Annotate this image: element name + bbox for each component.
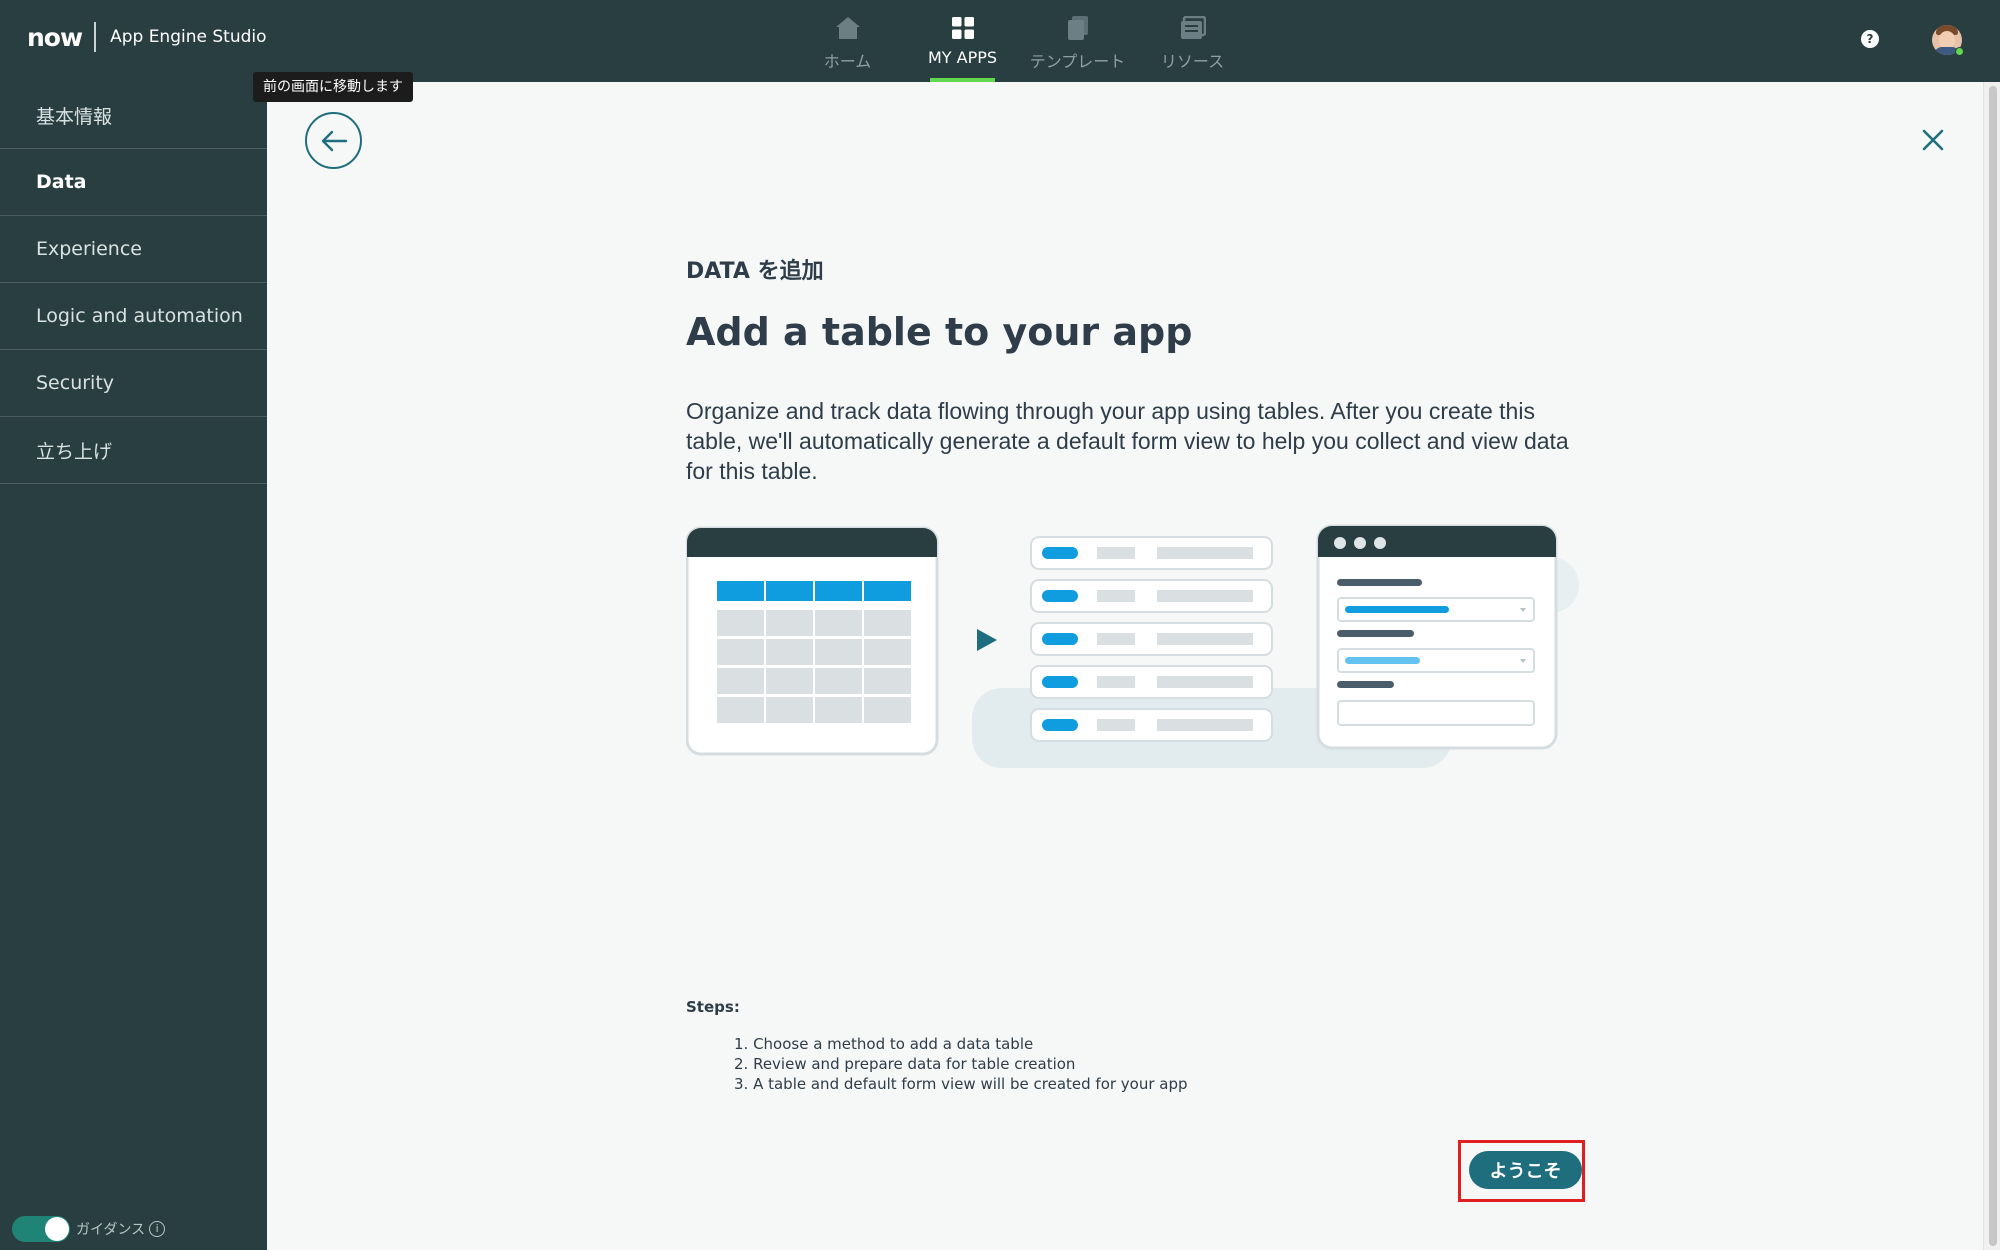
template-icon [1064, 14, 1092, 42]
step-item: 1. Choose a method to add a data table [734, 1035, 1034, 1053]
grid-cell [717, 581, 764, 601]
grid-cell [864, 610, 911, 636]
grid-cell [864, 639, 911, 665]
grid-cell [864, 697, 911, 723]
list-row-graphic [1030, 536, 1273, 570]
sidebar-item-security[interactable]: Security [0, 350, 267, 417]
help-icon[interactable]: ? [1861, 30, 1879, 48]
back-button[interactable] [305, 112, 362, 169]
list-row-graphic [1030, 665, 1273, 699]
list-row-graphic [1030, 708, 1273, 742]
sidebar-item-data[interactable]: Data [0, 149, 267, 216]
main-nav-tabs: ホーム MY APPS テンプレート リソース [790, 0, 1250, 82]
grid-cell [766, 639, 813, 665]
vertical-scrollbar[interactable] [1983, 82, 2000, 1250]
grid-cell [717, 697, 764, 723]
grid-icon [949, 14, 977, 42]
arrow-left-icon [321, 130, 347, 151]
cta-highlight-box: ようこそ [1458, 1140, 1585, 1202]
page-title: Add a table to your app [686, 310, 1193, 354]
table-card-graphic [686, 526, 939, 756]
brand[interactable]: now App Engine Studio [27, 22, 267, 52]
grid-cell [815, 639, 862, 665]
tab-resources[interactable]: リソース [1135, 0, 1250, 82]
top-navigation-bar: now App Engine Studio ホーム MY APPS テンプレート… [0, 0, 2000, 82]
tab-home-label: ホーム [823, 52, 872, 71]
online-status-icon [1955, 47, 1964, 56]
resources-icon [1179, 14, 1207, 42]
grid-cell [717, 639, 764, 665]
welcome-button[interactable]: ようこそ [1469, 1151, 1582, 1189]
arrow-right-icon [977, 629, 997, 651]
steps-title: Steps: [686, 998, 740, 1016]
app-name: App Engine Studio [110, 27, 267, 47]
sidebar-item-launch[interactable]: 立ち上げ [0, 417, 267, 484]
guidance-control: ガイダンス i [12, 1216, 166, 1242]
steps-list: 1. Choose a method to add a data table 2… [734, 1034, 1188, 1094]
scrollbar-thumb[interactable] [1989, 86, 1997, 1246]
grid-cell [766, 610, 813, 636]
grid-cell [766, 697, 813, 723]
step-item: 3. A table and default form view will be… [734, 1075, 1188, 1093]
tab-home[interactable]: ホーム [790, 0, 905, 82]
tab-templates-label: テンプレート [1029, 52, 1126, 71]
grid-cell [864, 668, 911, 694]
sidebar-item-logic-automation[interactable]: Logic and automation [0, 283, 267, 350]
info-icon[interactable]: i [149, 1221, 166, 1237]
tab-my-apps[interactable]: MY APPS [905, 0, 1020, 82]
form-card-graphic [1316, 524, 1558, 750]
guidance-label: ガイダンス [76, 1222, 146, 1238]
close-icon [1922, 129, 1944, 151]
page-kicker: DATA を追加 [686, 259, 824, 284]
toggle-knob [45, 1217, 69, 1241]
grid-cell [815, 668, 862, 694]
tab-resources-label: リソース [1160, 52, 1225, 71]
close-button[interactable] [1918, 125, 1948, 155]
back-button-tooltip: 前の画面に移動します [253, 72, 413, 102]
sidebar-item-basic-info[interactable]: 基本情報 [0, 82, 267, 149]
grid-cell [766, 581, 813, 601]
grid-cell [717, 668, 764, 694]
tab-templates[interactable]: テンプレート [1020, 0, 1135, 82]
brand-separator [94, 22, 97, 52]
grid-cell [815, 610, 862, 636]
grid-cell [815, 697, 862, 723]
list-row-graphic [1030, 622, 1273, 656]
page-description: Organize and track data flowing through … [686, 398, 1569, 484]
list-rows-graphic [1030, 536, 1273, 742]
sidebar-item-experience[interactable]: Experience [0, 216, 267, 283]
guidance-toggle[interactable] [12, 1216, 70, 1242]
step-item: 2. Review and prepare data for table cre… [734, 1055, 1076, 1073]
servicenow-logo: now [27, 22, 83, 52]
table-to-form-illustration [686, 524, 1579, 768]
sidebar: 基本情報 Data Experience Logic and automatio… [0, 82, 267, 1250]
grid-cell [717, 610, 764, 636]
list-row-graphic [1030, 579, 1273, 613]
home-icon [834, 14, 862, 42]
grid-cell [864, 581, 911, 601]
tab-my-apps-label: MY APPS [927, 48, 998, 67]
grid-cell [815, 581, 862, 601]
grid-cell [766, 668, 813, 694]
